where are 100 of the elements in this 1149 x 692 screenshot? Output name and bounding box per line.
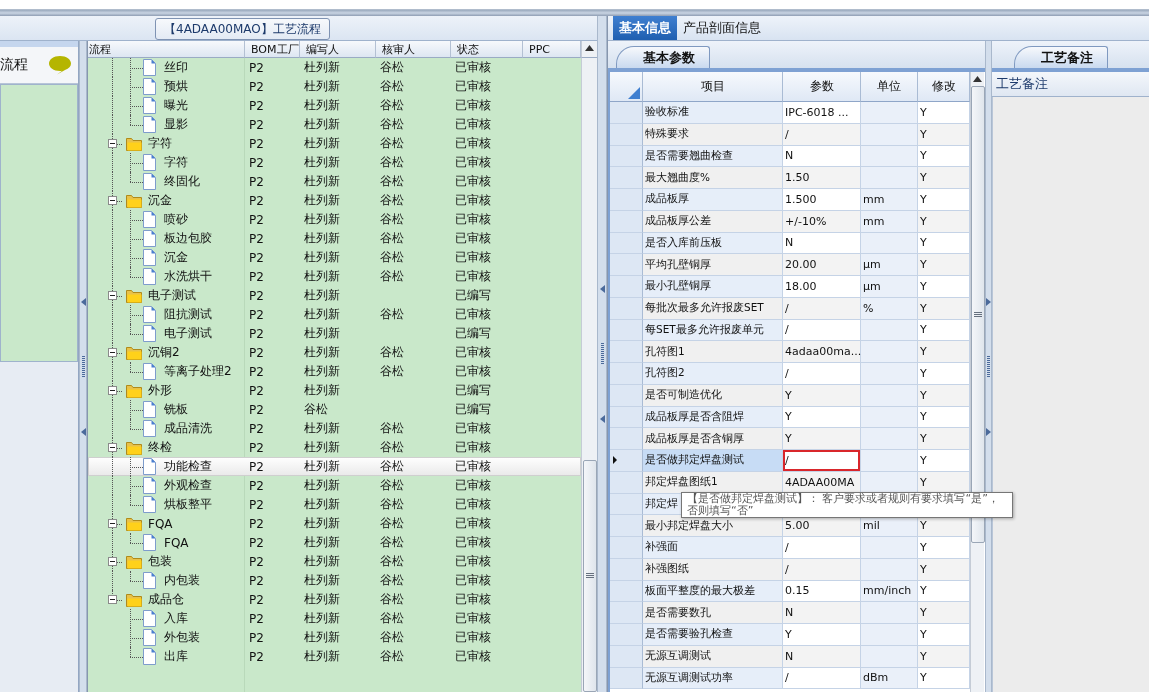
tree-row[interactable]: 水洗烘干 P2 杜列新 谷松 已审核 [88,267,581,286]
table-cell[interactable]: N [783,232,861,255]
table-cell[interactable]: 1.500 [783,189,861,211]
collapse-icon[interactable] [108,138,117,148]
table-cell[interactable]: N [783,145,861,168]
tree-row[interactable]: 外观检查 P2 杜列新 谷松 已审核 [88,476,581,495]
table-cell[interactable]: 4ADAA00MA [783,471,861,494]
tree-row[interactable]: FQA P2 杜列新 谷松 已审核 [88,514,581,533]
table-cell[interactable]: Y [783,624,861,646]
row-header[interactable] [610,645,643,668]
tree-row[interactable]: 沉铜2 P2 杜列新 谷松 已审核 [88,343,581,362]
triangle-icon[interactable] [986,297,991,306]
row-header[interactable] [610,384,643,407]
tree-row[interactable]: FQA P2 杜列新 谷松 已审核 [88,533,581,552]
tab[interactable]: 基本信息 [613,16,677,40]
collapse-icon[interactable] [108,347,117,357]
table-cell[interactable]: 4adaa00ma... [783,341,861,363]
table-cell[interactable]: 20.00 [783,254,861,276]
row-header[interactable] [610,428,643,450]
row-header[interactable] [610,558,643,581]
tree-row[interactable]: 成品仓 P2 杜列新 谷松 已审核 [88,590,581,609]
column-header[interactable]: 流程 [88,41,245,58]
tree-row[interactable]: 终检 P2 杜列新 谷松 已审核 [88,438,581,457]
tree-row[interactable]: 出库 P2 杜列新 谷松 已审核 [88,647,581,666]
grip-icon[interactable] [987,355,990,378]
tree-row[interactable]: 电子测试 P2 杜列新 已编写 [88,286,581,305]
column-header[interactable]: 参数 [783,72,861,102]
tree-row[interactable]: 入库 P2 杜列新 谷松 已审核 [88,609,581,628]
column-header[interactable]: BOM工厂 [245,41,300,58]
triangle-icon[interactable] [80,297,86,306]
tree-row[interactable]: 字符 P2 杜列新 谷松 已审核 [88,134,581,153]
grip-icon[interactable] [973,311,982,318]
scrollbar[interactable] [970,72,984,692]
tree-row[interactable]: 包装 P2 杜列新 谷松 已审核 [88,552,581,571]
table-cell[interactable]: / [783,297,861,320]
table-cell[interactable]: / [783,319,861,342]
tab[interactable]: 产品剖面信息 [677,16,767,40]
row-header[interactable] [610,297,643,320]
row-header[interactable] [610,624,643,646]
panel-tab[interactable]: 基本参数 [616,46,710,68]
tree-row[interactable]: 丝印 P2 杜列新 谷松 已审核 [88,58,581,77]
tree-row[interactable]: 电子测试 P2 杜列新 已编写 [88,324,581,343]
row-header[interactable] [610,450,643,472]
column-header[interactable]: PPC [523,41,581,58]
tree-row[interactable]: 终固化 P2 杜列新 谷松 已审核 [88,172,581,191]
grip-icon[interactable] [600,343,604,365]
row-header[interactable] [610,493,643,516]
triangle-icon[interactable] [599,415,605,423]
table-cell[interactable]: +/-10% [783,210,861,233]
tree-row[interactable]: 阻抗测试 P2 杜列新 谷松 已审核 [88,305,581,324]
column-header[interactable]: 状态 [451,41,523,58]
row-header[interactable] [610,363,643,385]
table-cell[interactable]: N [783,645,861,668]
row-header[interactable] [610,602,643,624]
column-header[interactable]: 编写人 [300,41,376,58]
sidebar-item[interactable]: 流程 [0,47,78,84]
column-header[interactable]: 核审人 [376,41,451,58]
table-cell[interactable]: / [783,450,861,472]
tree-row[interactable]: 沉金 P2 杜列新 谷松 已审核 [88,248,581,267]
row-header[interactable] [610,189,643,211]
scrollbar[interactable] [581,58,597,692]
triangle-icon[interactable] [599,285,605,293]
table-cell[interactable]: Y [783,384,861,407]
tree-row[interactable]: 显影 P2 杜列新 谷松 已审核 [88,115,581,134]
grip-icon[interactable] [81,355,85,378]
table-cell[interactable]: 1.50 [783,167,861,189]
tree-row[interactable]: 铣板 P2 谷松 已编写 [88,400,581,419]
row-header[interactable] [610,276,643,298]
row-header[interactable] [610,123,643,146]
tree-row[interactable]: 字符 P2 杜列新 谷松 已审核 [88,153,581,172]
tree-row[interactable]: 曝光 P2 杜列新 谷松 已审核 [88,96,581,115]
table-cell[interactable]: / [783,363,861,385]
row-header[interactable] [610,232,643,255]
column-header[interactable]: 项目 [643,72,783,102]
tree-row[interactable]: 喷砂 P2 杜列新 谷松 已审核 [88,210,581,229]
table-cell[interactable]: / [783,667,861,690]
row-header[interactable] [610,167,643,189]
collapse-icon[interactable] [108,385,117,395]
collapse-icon[interactable] [108,594,117,604]
row-header[interactable] [610,254,643,276]
table-cell[interactable]: / [783,558,861,581]
row-header[interactable] [610,102,643,124]
table-cell[interactable]: N [783,602,861,624]
row-header[interactable] [610,667,643,690]
column-header[interactable]: 修改 [918,72,970,102]
collapse-icon[interactable] [108,290,117,300]
collapse-icon[interactable] [108,518,117,528]
tree-row[interactable]: 沉金 P2 杜列新 谷松 已审核 [88,191,581,210]
row-header[interactable] [610,580,643,603]
grip-icon[interactable] [585,573,594,579]
scrollbar-thumb[interactable] [582,460,597,692]
table-cell[interactable]: Y [783,406,861,429]
collapse-icon[interactable] [108,556,117,566]
collapse-icon[interactable] [108,195,117,205]
row-header[interactable] [610,515,643,537]
scroll-up-icon[interactable] [973,76,982,82]
tree-row[interactable]: 等离子处理2 P2 杜列新 谷松 已审核 [88,362,581,381]
row-header[interactable] [610,145,643,168]
tree-row[interactable]: 外形 P2 杜列新 已编写 [88,381,581,400]
tree-row[interactable]: 外包装 P2 杜列新 谷松 已审核 [88,628,581,647]
